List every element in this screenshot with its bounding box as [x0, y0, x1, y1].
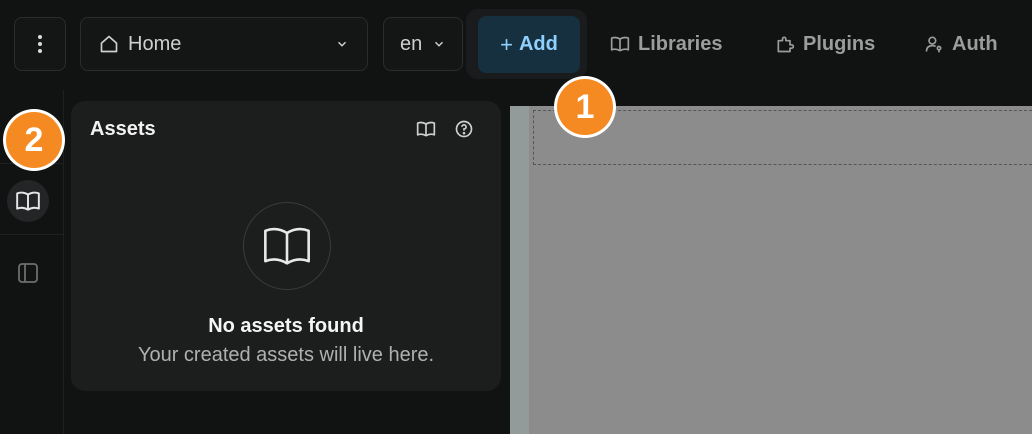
step-marker-1: 1: [557, 79, 613, 135]
top-toolbar: Home en + Add Libraries Plugins Auth: [0, 0, 1032, 90]
empty-state-icon-wrap: [243, 202, 331, 290]
nav-plugins[interactable]: Plugins: [775, 17, 875, 71]
panel-title: Assets: [90, 118, 156, 140]
menu-button[interactable]: [14, 17, 66, 71]
book-open-icon: [16, 191, 40, 211]
book-open-icon: [264, 227, 310, 265]
nav-plugins-label: Plugins: [803, 32, 876, 55]
chevron-down-icon: [434, 41, 444, 47]
sidebar-divider: [0, 234, 64, 235]
language-select[interactable]: en: [383, 17, 463, 71]
book-open-icon: [416, 121, 436, 137]
step-marker-2: 2: [6, 112, 62, 168]
home-icon: [100, 35, 118, 53]
user-key-icon: [925, 36, 942, 53]
plugin-icon: [777, 36, 795, 53]
nav-auth-label: Auth: [952, 32, 998, 55]
panel-help-button[interactable]: [452, 117, 476, 141]
nav-auth[interactable]: Auth: [924, 17, 998, 71]
panel-docs-button[interactable]: [414, 117, 438, 141]
sidebar-panel-icon: [18, 263, 38, 283]
nav-libraries-label: Libraries: [638, 32, 723, 55]
plus-icon: +: [500, 31, 513, 57]
sidebar-item-assets[interactable]: [7, 180, 49, 222]
nav-libraries[interactable]: Libraries: [610, 17, 722, 71]
sidebar-item-layers[interactable]: [7, 252, 49, 294]
page-select[interactable]: Home: [80, 17, 368, 71]
book-open-icon: [610, 36, 630, 52]
more-vertical-icon: [38, 35, 42, 53]
chevron-down-icon: [337, 41, 347, 47]
language-select-value: en: [400, 32, 423, 55]
assets-panel: Assets No assets found Your created asse…: [71, 101, 501, 391]
help-circle-icon: [455, 120, 473, 138]
add-button-label: Add: [518, 33, 558, 55]
add-button[interactable]: + Add: [478, 16, 580, 73]
page-select-value: Home: [128, 32, 182, 55]
empty-state-subtitle: Your created assets will live here.: [137, 344, 435, 366]
canvas-ruler: [510, 106, 529, 434]
empty-state-title: No assets found: [208, 315, 364, 337]
